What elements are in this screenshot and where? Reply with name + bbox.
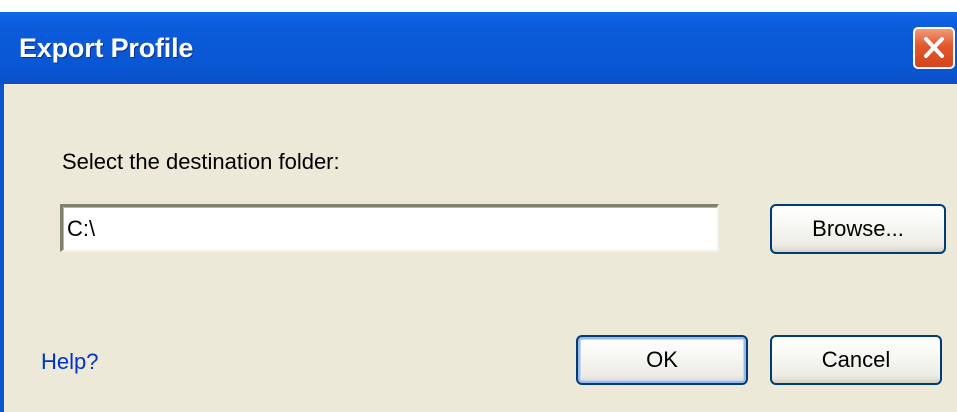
title-bar[interactable]: Export Profile [0,0,957,84]
dialog-title: Export Profile [19,33,194,63]
dialog-body: Select the destination folder: Browse...… [0,84,957,412]
browse-button[interactable]: Browse... [770,204,946,254]
close-icon [924,37,944,58]
ok-button[interactable]: OK [576,335,748,385]
close-button[interactable] [913,27,955,69]
destination-folder-label: Select the destination folder: [62,149,340,174]
destination-path-input[interactable] [60,204,719,252]
help-link[interactable]: Help? [41,349,98,375]
cancel-button[interactable]: Cancel [770,335,942,385]
export-profile-dialog: Export Profile Select the destination fo… [0,0,957,412]
